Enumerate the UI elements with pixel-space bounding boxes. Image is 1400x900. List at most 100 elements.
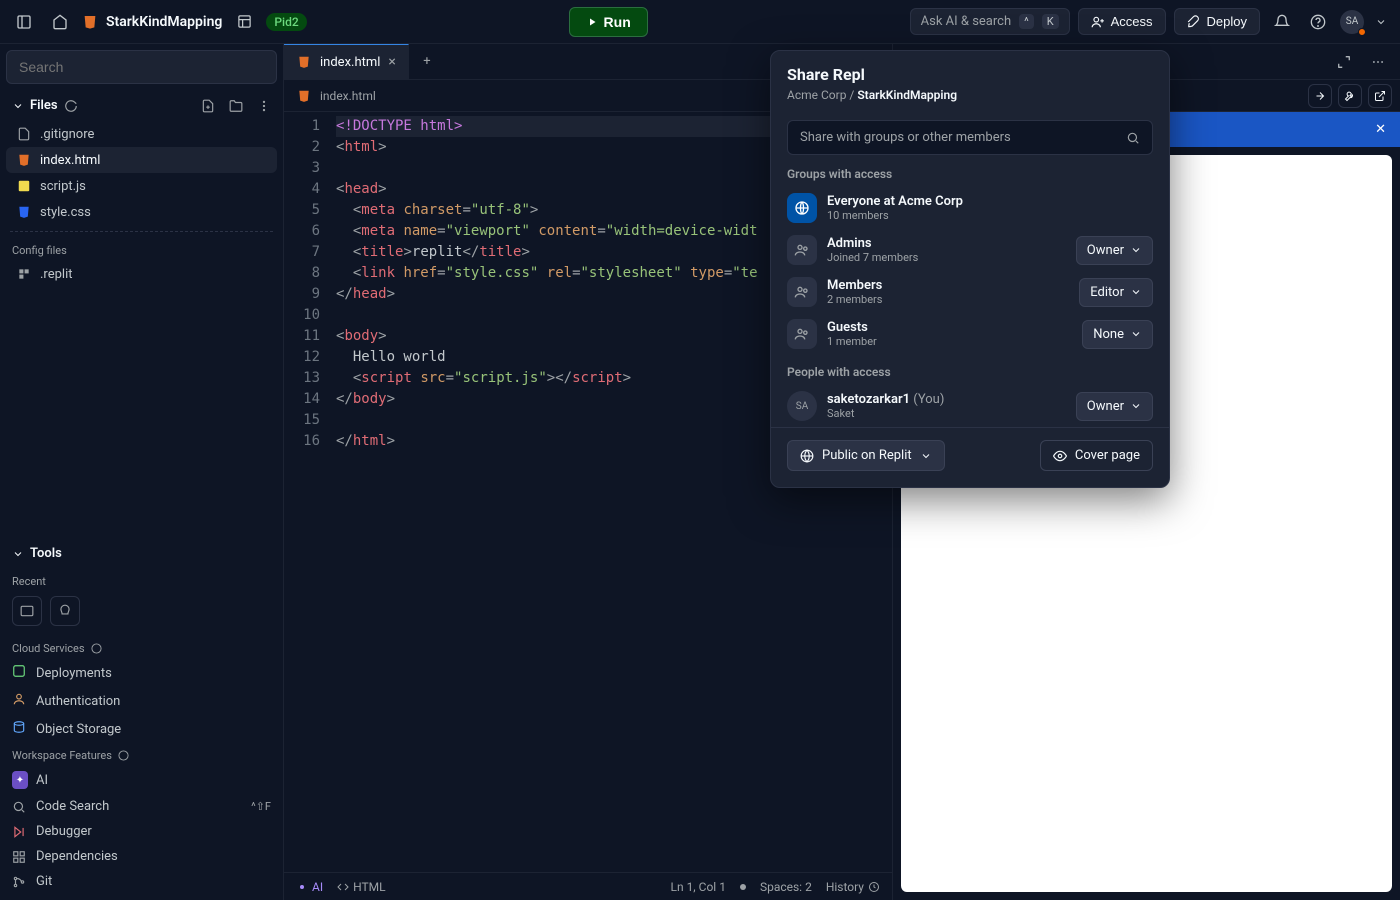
file-script.js[interactable]: script.js <box>6 173 277 199</box>
new-folder-icon[interactable] <box>229 99 243 113</box>
cover-label: Cover page <box>1075 448 1140 463</box>
help-icon[interactable] <box>1304 8 1332 36</box>
cloud-deployments[interactable]: Deployments <box>6 659 277 687</box>
external-link-icon[interactable] <box>1368 84 1392 108</box>
ws-git[interactable]: Git <box>6 869 277 894</box>
file-index.html[interactable]: index.html <box>6 147 277 173</box>
topbar: StarkKindMapping Pid2 Run Ask AI & searc… <box>0 0 1400 44</box>
topbar-right: Ask AI & search ^ K Access Deploy SA <box>910 8 1390 36</box>
share-everyone-row: Everyone at Acme Corp 10 members <box>787 187 1153 229</box>
group-icon <box>787 277 817 307</box>
share-groups-list: AdminsJoined 7 membersOwner Members2 mem… <box>787 229 1153 355</box>
close-icon[interactable]: × <box>388 54 395 70</box>
status-lang[interactable]: HTML <box>337 880 386 894</box>
line-gutter: 12345678910111213141516 <box>284 112 332 872</box>
recent-tools <box>6 592 277 636</box>
files-header[interactable]: Files <box>6 90 277 121</box>
share-group-members: Members2 membersEditor <box>787 271 1153 313</box>
kbd-ctrl: ^ <box>1019 14 1034 29</box>
ws-code-search[interactable]: Code Search^⇧F <box>6 794 277 819</box>
pid-badge: Pid2 <box>266 13 306 31</box>
chevron-down-icon <box>12 548 24 560</box>
status-spaces[interactable]: Spaces: 2 <box>760 880 812 894</box>
status-ai[interactable]: AI <box>296 880 323 894</box>
breadcrumb-text: index.html <box>320 89 376 103</box>
share-search[interactable]: Share with groups or other members <box>787 120 1153 155</box>
cloud-object-storage[interactable]: Object Storage <box>6 715 277 743</box>
everyone-sub: 10 members <box>827 209 1153 222</box>
person-avatar: SA <box>787 391 817 421</box>
role-dropdown[interactable]: Owner <box>1076 392 1153 421</box>
share-search-placeholder: Share with groups or other members <box>800 130 1118 145</box>
deploy-label: Deploy <box>1207 14 1247 29</box>
share-footer: Public on Replit Cover page <box>771 427 1169 487</box>
sidebar: Files .gitignoreindex.htmlscript.jsstyle… <box>0 44 284 900</box>
user-avatar[interactable]: SA <box>1340 10 1364 34</box>
recent-label: Recent <box>6 569 277 592</box>
avatar-initials: SA <box>1346 16 1358 27</box>
everyone-name: Everyone at Acme Corp <box>827 194 1153 209</box>
project-icon <box>82 14 98 30</box>
topbar-left: StarkKindMapping Pid2 <box>10 8 307 36</box>
sync-icon <box>64 99 78 113</box>
share-header: Share Repl Acme Corp / StarkKindMapping <box>771 51 1169 112</box>
new-file-icon[interactable] <box>201 99 215 113</box>
workspace-list: ✦AICode Search^⇧FDebuggerDependenciesGit <box>6 766 277 894</box>
database-icon[interactable] <box>230 8 258 36</box>
bell-icon[interactable] <box>1268 8 1296 36</box>
status-bar: AI HTML Ln 1, Col 1 Spaces: 2 History <box>284 872 892 900</box>
shell-tool[interactable] <box>50 596 80 626</box>
globe-icon <box>800 449 814 463</box>
users-plus-icon <box>1091 15 1105 29</box>
file-.gitignore[interactable]: .gitignore <box>6 121 277 147</box>
file-style.css[interactable]: style.css <box>6 199 277 225</box>
close-icon[interactable]: ✕ <box>1375 122 1386 137</box>
access-button[interactable]: Access <box>1078 8 1166 35</box>
org-icon <box>787 193 817 223</box>
visibility-button[interactable]: Public on Replit <box>787 440 945 471</box>
ws-debugger[interactable]: Debugger <box>6 819 277 844</box>
files-label: Files <box>30 98 58 113</box>
cloud-authentication[interactable]: Authentication <box>6 687 277 715</box>
sidebar-toggle-icon[interactable] <box>10 8 38 36</box>
ask-ai-label: Ask AI & search <box>921 14 1011 29</box>
kbd-k: K <box>1042 14 1059 29</box>
console-tool[interactable] <box>12 596 42 626</box>
add-tab-button[interactable]: + <box>409 44 445 79</box>
ws-ai[interactable]: ✦AI <box>6 766 277 794</box>
status-dot <box>740 884 746 890</box>
chevron-down-icon[interactable] <box>1372 8 1390 36</box>
tab-index-html[interactable]: index.html × <box>284 44 409 79</box>
ask-ai-search[interactable]: Ask AI & search ^ K <box>910 8 1070 35</box>
wrench-icon[interactable] <box>1338 84 1362 108</box>
status-position[interactable]: Ln 1, Col 1 <box>671 880 726 894</box>
project-name[interactable]: StarkKindMapping <box>106 14 222 30</box>
html-icon <box>296 88 312 104</box>
cover-page-button[interactable]: Cover page <box>1040 440 1153 471</box>
more-vertical-icon[interactable] <box>257 99 271 113</box>
share-group-admins: AdminsJoined 7 membersOwner <box>787 229 1153 271</box>
people-label: People with access <box>787 365 1153 379</box>
role-dropdown[interactable]: Editor <box>1079 278 1153 307</box>
home-icon[interactable] <box>46 8 74 36</box>
share-breadcrumb: Acme Corp / StarkKindMapping <box>787 88 1153 102</box>
chevron-down-icon <box>920 450 932 462</box>
sidebar-search-input[interactable] <box>6 50 277 84</box>
role-dropdown[interactable]: None <box>1082 320 1153 349</box>
more-horizontal-icon[interactable] <box>1364 48 1392 76</box>
access-label: Access <box>1111 14 1153 29</box>
deploy-button[interactable]: Deploy <box>1174 8 1260 35</box>
file-.replit[interactable]: .replit <box>6 261 277 287</box>
status-history[interactable]: History <box>826 880 880 894</box>
main: Files .gitignoreindex.htmlscript.jsstyle… <box>0 44 1400 900</box>
run-button[interactable]: Run <box>569 7 648 37</box>
go-icon[interactable] <box>1308 84 1332 108</box>
rocket-icon <box>1187 15 1201 29</box>
role-dropdown[interactable]: Owner <box>1076 236 1153 265</box>
expand-icon[interactable] <box>1330 48 1358 76</box>
tools-header[interactable]: Tools <box>6 538 277 569</box>
divider <box>10 231 273 232</box>
chevron-down-icon <box>12 100 24 112</box>
group-icon <box>787 235 817 265</box>
ws-dependencies[interactable]: Dependencies <box>6 844 277 869</box>
